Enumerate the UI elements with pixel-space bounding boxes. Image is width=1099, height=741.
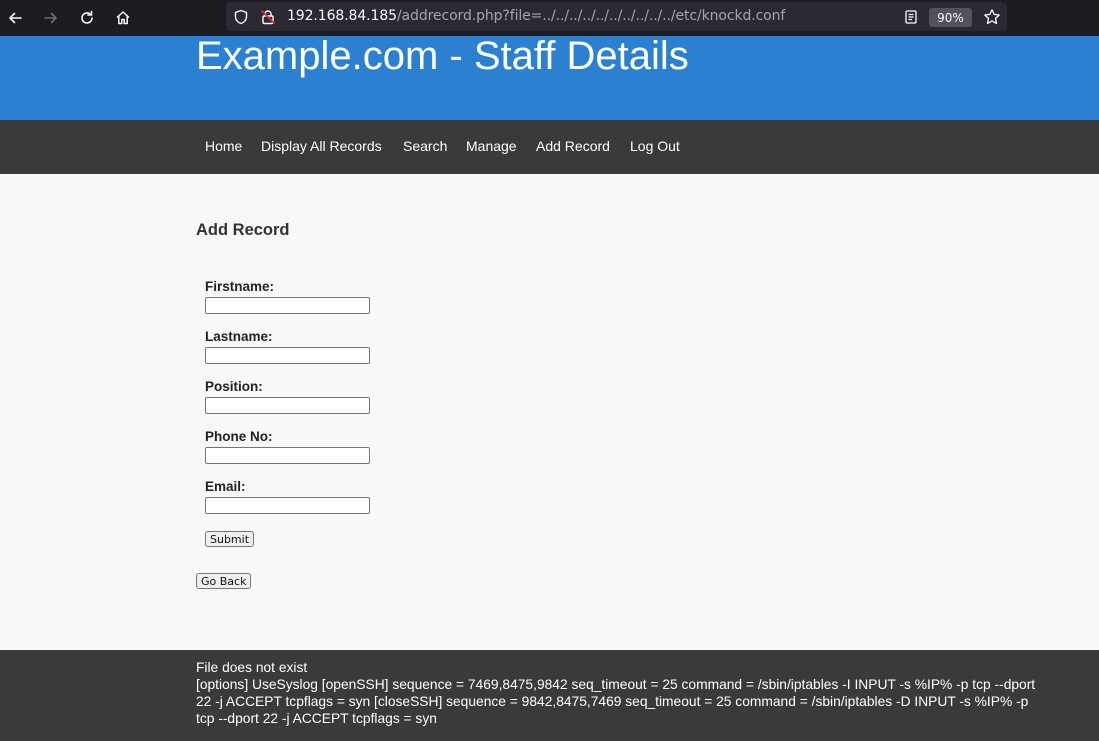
page-title: Add Record bbox=[196, 221, 290, 239]
lastname-label: Lastname: bbox=[205, 329, 273, 344]
reload-icon[interactable] bbox=[74, 6, 100, 30]
reader-view-icon[interactable] bbox=[902, 8, 920, 26]
nav-link-search[interactable]: Search bbox=[403, 138, 447, 154]
footer-file-contents: [options] UseSyslog [openSSH] sequence =… bbox=[196, 677, 1036, 726]
footer-output: File does not exist [options] UseSyslog … bbox=[196, 659, 1041, 727]
phone-label: Phone No: bbox=[205, 429, 273, 444]
url-text[interactable]: 192.168.84.185/addrecord.php?file=../../… bbox=[287, 8, 785, 24]
nav-link-home[interactable]: Home bbox=[205, 138, 242, 154]
shield-icon[interactable] bbox=[232, 8, 250, 26]
home-icon[interactable] bbox=[110, 6, 136, 30]
url-path: /addrecord.php?file=../../../../../../..… bbox=[396, 8, 786, 24]
firstname-input[interactable] bbox=[205, 297, 370, 314]
go-back-button[interactable]: Go Back bbox=[196, 573, 252, 589]
main-nav: Home Display All Records Search Manage A… bbox=[0, 120, 1099, 174]
position-label: Position: bbox=[205, 379, 263, 394]
insecure-lock-icon[interactable] bbox=[259, 8, 277, 26]
submit-button[interactable]: Submit bbox=[205, 531, 255, 547]
email-input[interactable] bbox=[205, 497, 370, 514]
forward-arrow-icon[interactable] bbox=[38, 6, 64, 30]
site-header: Example.com - Staff Details bbox=[0, 34, 1099, 120]
phone-input[interactable] bbox=[205, 447, 370, 464]
footer-error-message: File does not exist bbox=[196, 660, 308, 675]
url-bar[interactable]: 192.168.84.185/addrecord.php?file=../../… bbox=[226, 2, 1007, 31]
url-host: 192.168.84.185 bbox=[287, 8, 397, 24]
email-label: Email: bbox=[205, 479, 246, 494]
site-title: Example.com - Staff Details bbox=[196, 34, 689, 78]
nav-link-add-record[interactable]: Add Record bbox=[536, 138, 610, 154]
zoom-level-badge[interactable]: 90% bbox=[929, 8, 972, 27]
lastname-input[interactable] bbox=[205, 347, 370, 364]
nav-link-display-all-records[interactable]: Display All Records bbox=[261, 138, 382, 154]
browser-toolbar: 192.168.84.185/addrecord.php?file=../../… bbox=[0, 0, 1099, 36]
firstname-label: Firstname: bbox=[205, 279, 275, 294]
site-footer: File does not exist [options] UseSyslog … bbox=[0, 650, 1099, 741]
bookmark-star-icon[interactable] bbox=[983, 8, 1001, 26]
nav-link-manage[interactable]: Manage bbox=[466, 138, 517, 154]
nav-link-log-out[interactable]: Log Out bbox=[630, 138, 680, 154]
position-input[interactable] bbox=[205, 397, 370, 414]
main-content: Add Record Firstname: Lastname: Position… bbox=[0, 174, 1099, 650]
back-arrow-icon[interactable] bbox=[2, 6, 28, 30]
